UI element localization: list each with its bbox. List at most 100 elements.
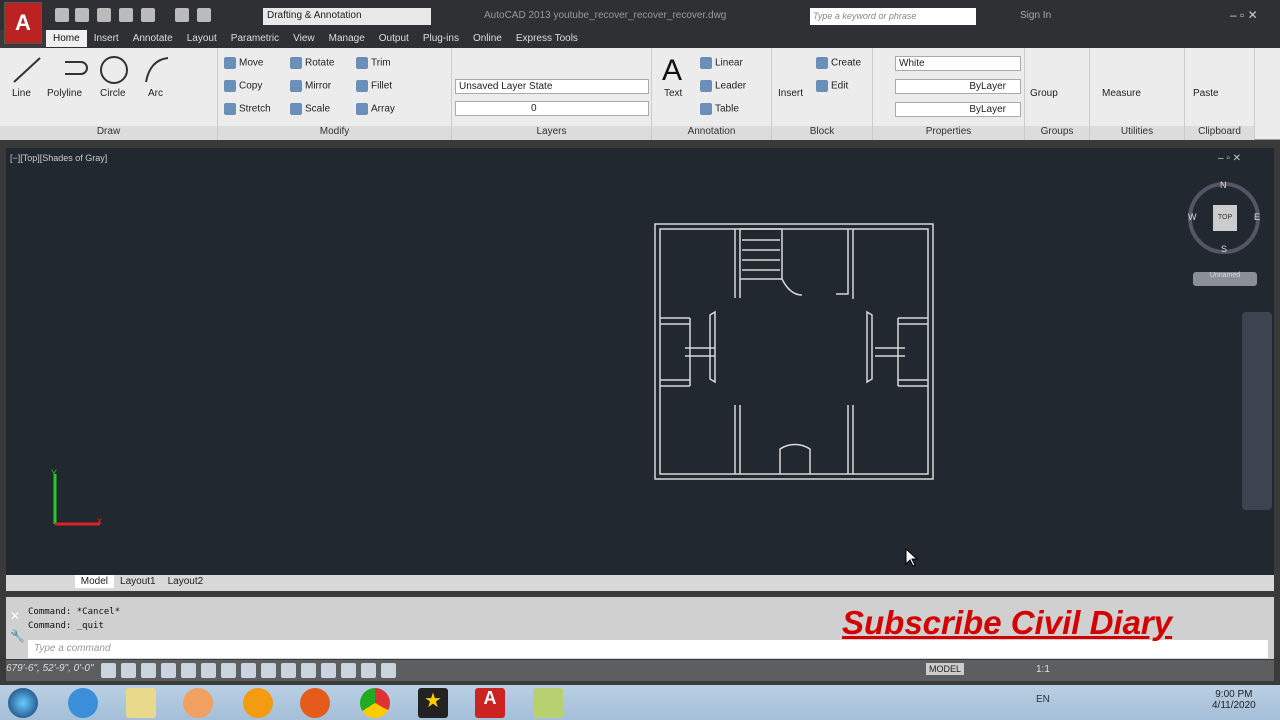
window-controls[interactable]: – ▫ ✕ [1230,8,1258,22]
navigation-bar[interactable] [1242,312,1272,510]
app-icon[interactable] [243,688,273,718]
compass-west[interactable]: W [1188,212,1197,222]
tab-online[interactable]: Online [466,30,509,47]
rotate-button[interactable]: Rotate [290,57,334,69]
modify-panel-label[interactable]: Modify [218,126,451,140]
model-space-button[interactable]: MODEL [926,663,965,675]
block-panel-label[interactable]: Block [772,126,872,140]
tab-output[interactable]: Output [372,30,416,47]
text-button[interactable]: Text [664,88,682,99]
layers-panel-label[interactable]: Layers [452,126,651,140]
copy-button[interactable]: Copy [224,80,262,92]
grid-toggle[interactable] [141,663,156,678]
line-button[interactable]: Line [12,88,31,99]
clipboard-panel-label[interactable]: Clipboard [1185,126,1254,140]
move-button[interactable]: Move [224,57,263,69]
quick-properties-toggle[interactable] [341,663,356,678]
selection-cycling-toggle[interactable] [361,663,376,678]
tab-layout[interactable]: Layout [180,30,224,47]
search-input[interactable]: Type a keyword or phrase [810,8,976,25]
tab-annotate[interactable]: Annotate [126,30,180,47]
annotation-scale[interactable]: 1:1 [1036,664,1050,675]
viewport-controls[interactable]: [−][Top][Shades of Gray] [10,153,107,163]
open-icon[interactable] [75,8,89,22]
circle-button[interactable]: Circle [100,88,126,99]
layer-dropdown[interactable]: 0 [455,101,649,116]
osnap-toggle[interactable] [201,663,216,678]
arc-button[interactable]: Arc [148,88,163,99]
lineweight-toggle[interactable] [301,663,316,678]
chrome-icon[interactable] [360,688,390,718]
tab-plugins[interactable]: Plug-ins [416,30,466,47]
application-menu-button[interactable]: A [4,2,42,44]
trim-button[interactable]: Trim [356,57,391,69]
utilities-panel-label[interactable]: Utilities [1090,126,1184,140]
create-block-button[interactable]: Create [816,57,861,69]
media-player-icon[interactable] [183,688,213,718]
start-button[interactable] [8,688,38,718]
edit-block-button[interactable]: Edit [816,80,848,92]
drawing-viewport[interactable] [6,148,1274,575]
dyn-toggle[interactable] [281,663,296,678]
infer-constraints-toggle[interactable] [101,663,116,678]
wrench-icon[interactable]: 🔧 [10,629,25,643]
viewcube-top-face[interactable]: TOP [1213,205,1237,231]
fillet-button[interactable]: Fillet [356,80,392,92]
app-taskbar-icon[interactable] [533,688,563,718]
groups-panel-label[interactable]: Groups [1025,126,1089,140]
measure-button[interactable]: Measure [1102,88,1141,99]
new-icon[interactable] [55,8,69,22]
transparency-toggle[interactable] [321,663,336,678]
tab-layout2[interactable]: Layout2 [162,575,210,588]
polar-toggle[interactable] [181,663,196,678]
tab-parametric[interactable]: Parametric [224,30,286,47]
otrack-toggle[interactable] [241,663,256,678]
internet-explorer-icon[interactable] [68,688,98,718]
tab-model[interactable]: Model [74,575,115,588]
compass-south[interactable]: S [1221,244,1227,254]
snap-toggle[interactable] [121,663,136,678]
ucs-dropdown[interactable]: Unnamed [1193,272,1257,286]
compass-east[interactable]: E [1254,212,1260,222]
close-icon[interactable]: ✕ [10,609,20,623]
save-icon[interactable] [97,8,111,22]
scale-button[interactable]: Scale [290,103,330,115]
viewcube[interactable]: TOP N S W E [1188,180,1260,254]
lineweight-dropdown[interactable]: ByLayer [895,102,1021,117]
3d-osnap-toggle[interactable] [221,663,236,678]
mirror-button[interactable]: Mirror [290,80,331,92]
undo-icon[interactable] [175,8,189,22]
group-button[interactable]: Group [1030,88,1058,99]
tab-manage[interactable]: Manage [322,30,372,47]
tab-layout1[interactable]: Layout1 [114,575,162,588]
leader-button[interactable]: Leader [700,80,746,92]
stretch-button[interactable]: Stretch [224,103,271,115]
array-button[interactable]: Array [356,103,395,115]
annotation-monitor-toggle[interactable] [381,663,396,678]
ortho-toggle[interactable] [161,663,176,678]
draw-panel-label[interactable]: Draw [0,126,217,140]
tab-insert[interactable]: Insert [87,30,126,47]
plot-icon[interactable] [141,8,155,22]
language-indicator[interactable]: EN [1036,694,1050,705]
compass-north[interactable]: N [1220,180,1227,190]
command-input[interactable]: Type a command [28,640,1268,658]
tab-express-tools[interactable]: Express Tools [509,30,585,47]
workspace-dropdown[interactable]: Drafting & Annotation [263,8,431,25]
viewport-window-controls[interactable]: – ▫ ✕ [1218,153,1241,164]
tab-view[interactable]: View [286,30,322,47]
firefox-icon[interactable] [300,688,330,718]
linear-button[interactable]: Linear [700,57,743,69]
table-button[interactable]: Table [700,103,739,115]
file-explorer-icon[interactable] [126,688,156,718]
movie-maker-icon[interactable]: ★ [418,688,448,718]
color-dropdown[interactable]: White [895,56,1021,71]
ducs-toggle[interactable] [261,663,276,678]
redo-icon[interactable] [197,8,211,22]
insert-button[interactable]: Insert [778,88,803,99]
sign-in-link[interactable]: Sign In [1020,10,1051,21]
linetype-dropdown[interactable]: ByLayer [895,79,1021,94]
paste-button[interactable]: Paste [1193,88,1219,99]
system-clock[interactable]: 9:00 PM 4/11/2020 [1212,689,1256,711]
save-as-icon[interactable] [119,8,133,22]
